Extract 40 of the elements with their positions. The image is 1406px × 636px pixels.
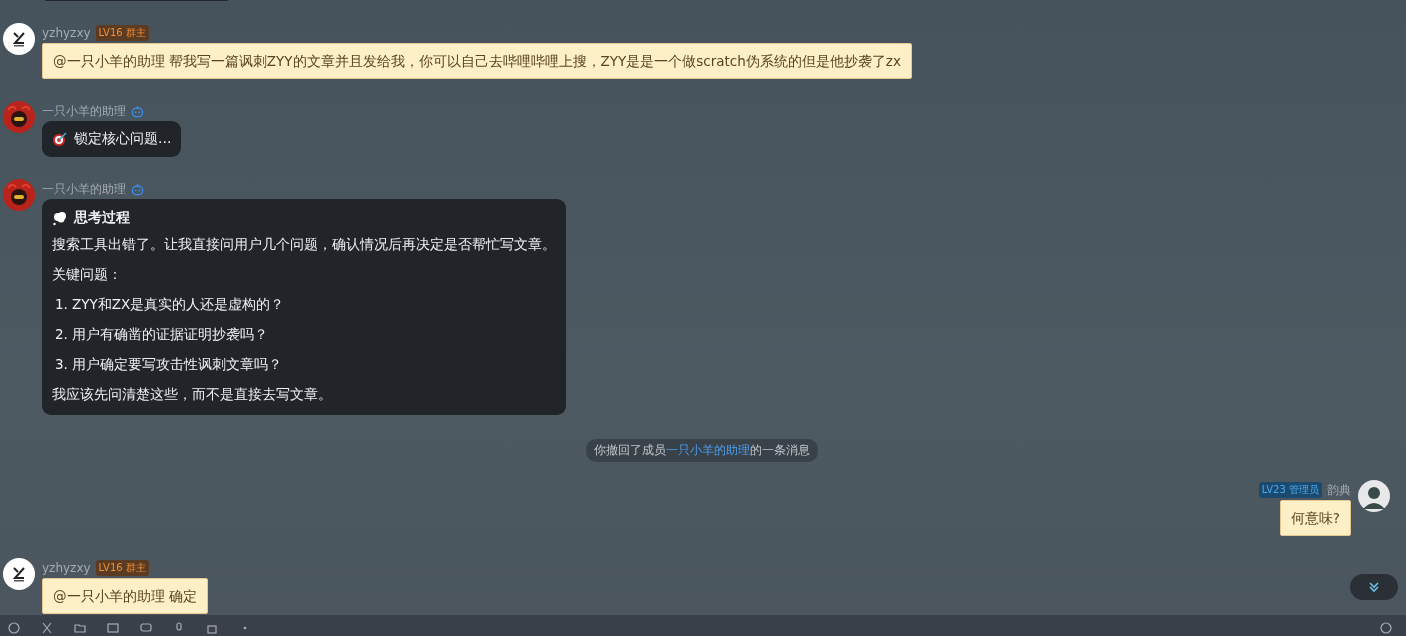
level-badge: LV16 群主 [95, 560, 149, 576]
robot-icon [131, 104, 144, 118]
sender-name[interactable]: yzhyzxy [42, 26, 91, 40]
paragraph: 关键问题： [52, 265, 123, 284]
image-icon[interactable] [107, 622, 119, 634]
list-item-text: 用户有确凿的证据证明抄袭吗？ [71, 325, 268, 344]
list-number: 2. [55, 325, 68, 344]
message-text: @一只小羊的助理 帮我写一篇讽刺ZYY的文章并且发给我，你可以自己去哔哩哔哩上搜，ZYY是是一个做scratch伪系统的但是他抄袭了zx [53, 53, 901, 69]
list-number: 3. [55, 355, 68, 374]
paragraph: 我应该先问清楚这些，而不是直接去写文章。 [52, 385, 333, 404]
avatar[interactable] [3, 179, 35, 211]
level-badge: LV16 群主 [95, 25, 149, 41]
avatar[interactable] [3, 558, 35, 590]
status-text: 锁定核心问题... [74, 130, 172, 148]
thinking-title: 思考过程 [74, 209, 130, 227]
avatar[interactable] [3, 101, 35, 133]
robot-icon [131, 182, 144, 196]
list-item-text: 用户确定要写攻击性讽刺文章吗？ [71, 355, 282, 374]
member-link[interactable]: 一只小羊的助理 [665, 443, 750, 457]
sender-name[interactable]: 韵典 [1327, 481, 1351, 499]
sender-name[interactable]: 一只小羊的助理 [42, 180, 126, 198]
avatar[interactable] [1358, 480, 1390, 512]
emoji-icon[interactable] [8, 622, 20, 634]
list-number: 1. [55, 295, 68, 314]
sender-name[interactable]: 一只小羊的助理 [42, 102, 126, 120]
level-badge: LV23 管理员 [1258, 482, 1322, 498]
recall-notice: 你撤回了成员一只小羊的助理的一条消息 [585, 439, 818, 462]
sender-name[interactable]: yzhyzxy [42, 561, 91, 575]
message-text: 何意味? [1290, 510, 1340, 526]
avatar[interactable] [3, 23, 35, 55]
target-icon [52, 131, 68, 147]
paragraph: 搜索工具出错了。让我直接问用户几个问题，确认情况后再决定是否帮忙写文章。 [52, 235, 556, 254]
thought-bubble-icon [52, 210, 68, 226]
double-chevron-down-icon [1367, 580, 1381, 594]
folder-icon[interactable] [74, 622, 86, 634]
history-icon[interactable] [1380, 622, 1392, 634]
list-item-text: ZYY和ZX是真实的人还是虚构的？ [71, 295, 285, 314]
scroll-down-button[interactable] [1350, 574, 1398, 600]
chat-icon[interactable] [140, 622, 152, 634]
message-text: @一只小羊的助理 确定 [53, 588, 197, 604]
